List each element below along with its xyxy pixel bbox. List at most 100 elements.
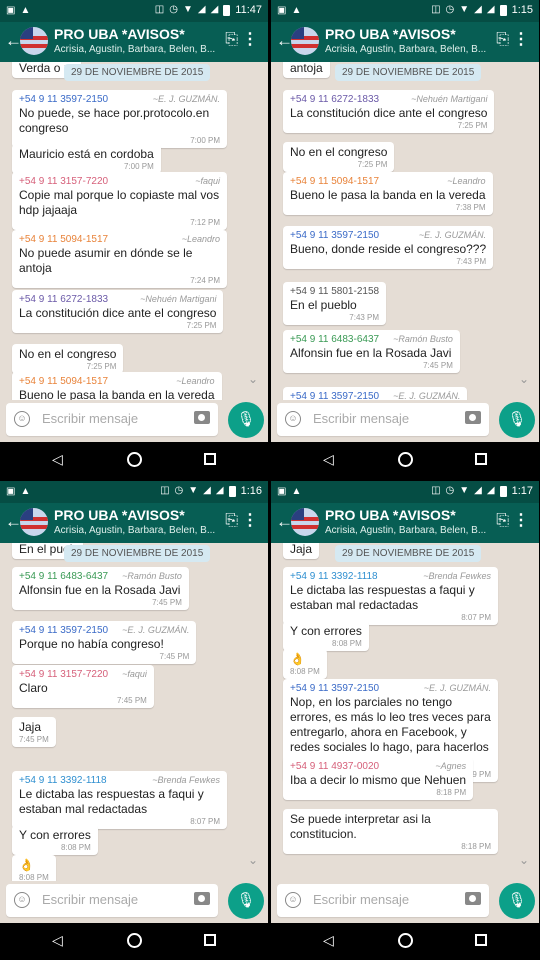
- attach-icon[interactable]: ⎘: [496, 31, 509, 49]
- message-list[interactable]: Jaja 29 DE NOVIEMBRE DE 2015 +54 9 11 3392…: [271, 543, 539, 881]
- microphone-button[interactable]: 🎙: [499, 402, 535, 438]
- group-participants[interactable]: Acrisia, Agustin, Barbara, Belen, B...: [325, 525, 495, 536]
- message-bubble[interactable]: Y con errores 8:08 PM: [283, 621, 369, 651]
- sender-phone-number[interactable]: +54 9 11 6272-1833: [19, 293, 108, 306]
- emoji-icon[interactable]: ☺: [14, 892, 30, 908]
- sender-phone-number[interactable]: +54 9 11 5094-1517: [290, 175, 379, 188]
- sender-phone-number[interactable]: +54 9 11 3597-2150: [19, 624, 108, 637]
- sender-phone-number[interactable]: +54 9 11 5094-1517: [19, 375, 108, 388]
- message-input[interactable]: ☺ Escribir mensaje: [6, 403, 218, 436]
- group-participants[interactable]: Acrisia, Agustin, Barbara, Belen, B...: [54, 44, 224, 55]
- nav-home-icon[interactable]: [398, 933, 413, 948]
- message-bubble[interactable]: +54 9 11 6483-6437 ~Ramón Busto Alfonsin f…: [283, 330, 460, 373]
- attach-icon[interactable]: ⎘: [225, 31, 238, 49]
- message-list[interactable]: Verda o m 29 DE NOVIEMBRE DE 2015 +54 9 11…: [0, 62, 268, 400]
- group-participants[interactable]: Acrisia, Agustin, Barbara, Belen, B...: [54, 525, 224, 536]
- message-bubble[interactable]: +54 9 11 3597-2150 ~E. J. GUZMÁN. No puede…: [12, 90, 227, 148]
- message-bubble[interactable]: +54 9 11 3597-2150 ~E. J. GUZMÁN.: [283, 387, 468, 400]
- group-title[interactable]: PRO UBA *AVISOS*: [325, 26, 456, 42]
- emoji-icon[interactable]: ☺: [285, 411, 301, 427]
- camera-icon[interactable]: [465, 892, 481, 905]
- message-list[interactable]: antoja 29 DE NOVIEMBRE DE 2015 +54 9 11 62…: [271, 62, 539, 400]
- message-list[interactable]: En el pueb 29 DE NOVIEMBRE DE 2015 +54 9 1…: [0, 543, 268, 881]
- message-bubble[interactable]: +54 9 11 6483-6437 ~Ramón Busto Alfonsin f…: [12, 567, 189, 610]
- message-bubble[interactable]: +54 9 11 3157-7220 ~faqui Copie mal porque…: [12, 172, 227, 230]
- sender-phone-number[interactable]: +54 9 11 3597-2150: [290, 390, 379, 400]
- message-sender[interactable]: +54 9 11 3392-1118 ~Brenda Fewkes: [290, 570, 491, 583]
- sender-phone-number[interactable]: +54 9 11 3157-7220: [19, 668, 108, 681]
- message-bubble[interactable]: +54 9 11 5094-1517 ~Leandro No puede asumi…: [12, 230, 227, 288]
- nav-home-icon[interactable]: [398, 452, 413, 467]
- message-sender[interactable]: +54 9 11 6272-1833 ~Nehuén Martigani: [290, 93, 487, 106]
- scroll-down-icon[interactable]: ⌄: [519, 853, 529, 867]
- sender-phone-number[interactable]: +54 9 11 3597-2150: [19, 93, 108, 106]
- nav-recents-icon[interactable]: [204, 934, 216, 946]
- sender-phone-number[interactable]: +54 9 11 6272-1833: [290, 93, 379, 106]
- nav-back-icon[interactable]: ◁: [52, 932, 63, 949]
- message-sender[interactable]: +54 9 11 3392-1118 ~Brenda Fewkes: [19, 774, 220, 787]
- message-sender[interactable]: +54 9 11 3157-7220 ~faqui: [19, 668, 147, 681]
- attach-icon[interactable]: ⎘: [496, 512, 509, 530]
- group-title[interactable]: PRO UBA *AVISOS*: [54, 26, 185, 42]
- message-sender[interactable]: +54 9 11 3597-2150 ~E. J. GUZMÁN.: [19, 624, 189, 637]
- message-bubble[interactable]: +54 9 11 6272-1833 ~Nehuén Martigani La co…: [283, 90, 495, 133]
- nav-home-icon[interactable]: [127, 933, 142, 948]
- message-input[interactable]: ☺ Escribir mensaje: [277, 884, 489, 917]
- message-bubble[interactable]: +54 9 11 3392-1118 ~Brenda Fewkes Le dicta…: [283, 567, 498, 625]
- scroll-down-icon[interactable]: ⌄: [248, 853, 258, 867]
- message-bubble[interactable]: No en el congreso 7:25 PM: [283, 142, 395, 172]
- sender-phone-number[interactable]: +54 9 11 3392-1118: [19, 774, 107, 787]
- message-bubble[interactable]: +54 9 11 5094-1517 ~Leandro Bueno le pasa …: [12, 372, 222, 400]
- microphone-button[interactable]: 🎙: [228, 402, 264, 438]
- more-menu-icon[interactable]: ⋮: [242, 30, 258, 50]
- group-avatar[interactable]: [20, 27, 48, 55]
- message-input[interactable]: ☺ Escribir mensaje: [277, 403, 489, 436]
- message-bubble[interactable]: 👌 8:08 PM: [283, 649, 327, 679]
- message-sender[interactable]: +54 9 11 5094-1517 ~Leandro: [19, 375, 215, 388]
- message-bubble[interactable]: Mauricio está en cordoba 7:00 PM: [12, 144, 161, 174]
- message-bubble[interactable]: +54 9 11 6272-1833 ~Nehuén Martigani La co…: [12, 290, 224, 333]
- message-sender[interactable]: +54 9 11 6483-6437 ~Ramón Busto: [19, 570, 182, 583]
- microphone-button[interactable]: 🎙: [228, 883, 264, 919]
- nav-back-icon[interactable]: ◁: [323, 932, 334, 949]
- message-sender[interactable]: +54 9 11 4937-0020 ~Agnes: [290, 760, 466, 773]
- scroll-down-icon[interactable]: ⌄: [248, 372, 258, 386]
- message-sender[interactable]: +54 9 11 3597-2150 ~E. J. GUZMÁN.: [290, 390, 460, 400]
- message-bubble[interactable]: +54 9 11 3597-2150 ~E. J. GUZMÁN. Bueno, d…: [283, 226, 494, 269]
- nav-recents-icon[interactable]: [204, 453, 216, 465]
- camera-icon[interactable]: [194, 892, 210, 905]
- nav-recents-icon[interactable]: [475, 934, 487, 946]
- message-sender[interactable]: +54 9 11 6483-6437 ~Ramón Busto: [290, 333, 453, 346]
- emoji-icon[interactable]: ☺: [285, 892, 301, 908]
- message-bubble[interactable]: +54 9 11 5094-1517 ~Leandro Bueno le pasa …: [283, 172, 493, 215]
- sender-phone-number[interactable]: +54 9 11 3597-2150: [290, 229, 379, 242]
- message-sender[interactable]: +54 9 11 3157-7220 ~faqui: [19, 175, 220, 188]
- message-sender[interactable]: +54 9 11 5801-2158: [290, 285, 379, 298]
- more-menu-icon[interactable]: ⋮: [242, 511, 258, 531]
- nav-recents-icon[interactable]: [475, 453, 487, 465]
- microphone-button[interactable]: 🎙: [499, 883, 535, 919]
- camera-icon[interactable]: [465, 411, 481, 424]
- message-sender[interactable]: +54 9 11 6272-1833 ~Nehuén Martigani: [19, 293, 216, 306]
- message-bubble[interactable]: +54 9 11 5801-2158 En el pueblo 7:43 PM: [283, 282, 387, 325]
- message-bubble[interactable]: +54 9 11 4937-0020 ~Agnes Iba a decir lo m…: [283, 757, 474, 800]
- group-participants[interactable]: Acrisia, Agustin, Barbara, Belen, B...: [325, 44, 495, 55]
- message-sender[interactable]: +54 9 11 3597-2150 ~E. J. GUZMÁN.: [290, 229, 486, 242]
- message-bubble[interactable]: Jaja 7:45 PM: [12, 717, 56, 747]
- message-bubble[interactable]: Y con errores 8:08 PM: [12, 825, 98, 855]
- message-sender[interactable]: +54 9 11 5094-1517 ~Leandro: [19, 233, 220, 246]
- nav-back-icon[interactable]: ◁: [323, 451, 334, 468]
- nav-back-icon[interactable]: ◁: [52, 451, 63, 468]
- sender-phone-number[interactable]: +54 9 11 3597-2150: [290, 682, 379, 695]
- message-bubble[interactable]: 👌 8:08 PM: [12, 855, 56, 881]
- sender-phone-number[interactable]: +54 9 11 5094-1517: [19, 233, 108, 246]
- message-bubble[interactable]: +54 9 11 3157-7220 ~faqui Claro 7:45 PM: [12, 665, 154, 708]
- message-sender[interactable]: +54 9 11 3597-2150 ~E. J. GUZMÁN.: [19, 93, 220, 106]
- group-avatar[interactable]: [291, 27, 319, 55]
- sender-phone-number[interactable]: +54 9 11 5801-2158: [290, 285, 379, 298]
- more-menu-icon[interactable]: ⋮: [513, 511, 529, 531]
- emoji-icon[interactable]: ☺: [14, 411, 30, 427]
- scroll-down-icon[interactable]: ⌄: [519, 372, 529, 386]
- camera-icon[interactable]: [194, 411, 210, 424]
- group-avatar[interactable]: [20, 508, 48, 536]
